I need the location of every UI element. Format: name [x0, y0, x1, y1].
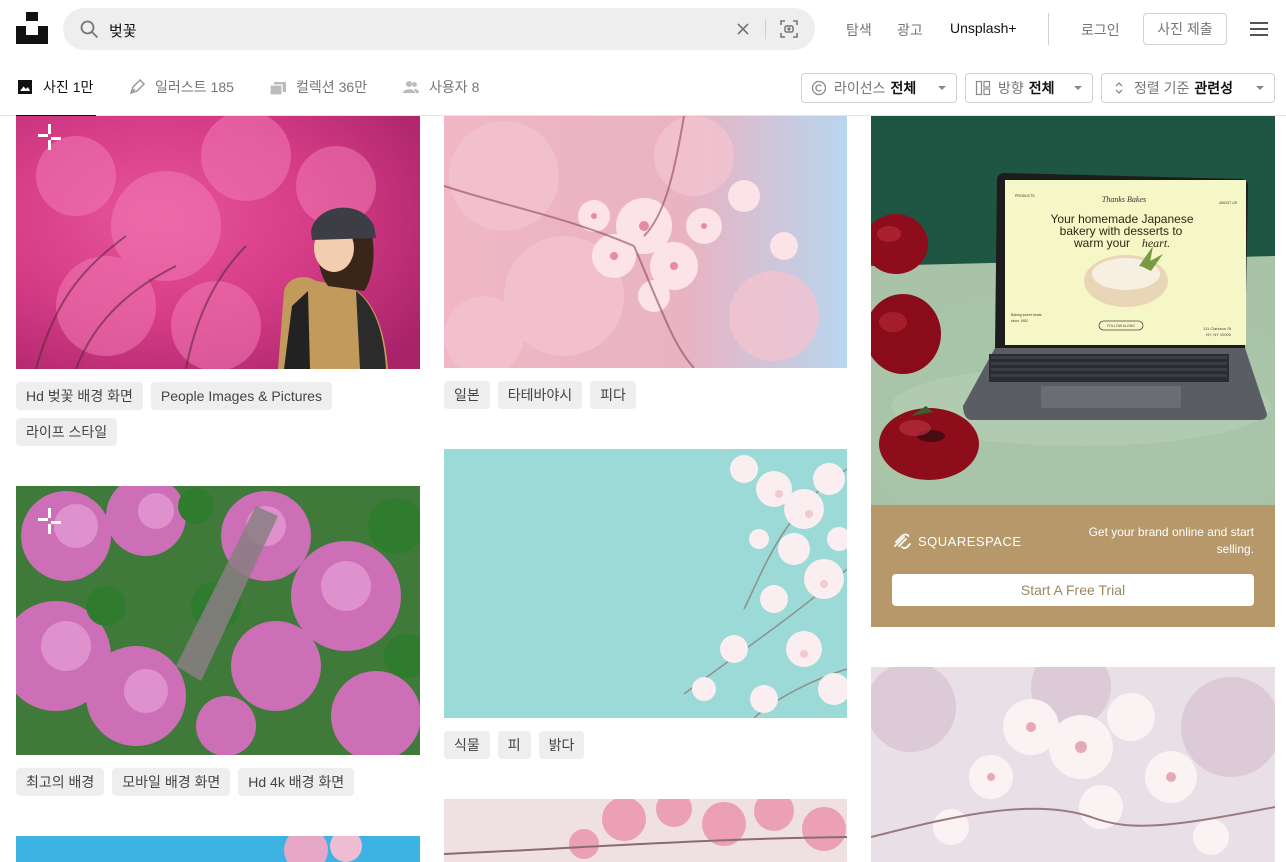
ad-screen-note-2: since 1982 — [1011, 319, 1028, 323]
chevron-down-icon — [1256, 86, 1264, 90]
tag-chip[interactable]: Hd 4k 배경 화면 — [238, 768, 355, 796]
ad-screen-button: FOLLOW ALONG — [1107, 324, 1135, 328]
tag-chip[interactable]: 일본 — [444, 381, 490, 409]
orientation-filter[interactable]: 방향 전체 — [965, 73, 1093, 103]
ad-screen-address-1: 111 Clarkson St — [1203, 326, 1232, 331]
sort-icon — [1115, 82, 1123, 94]
filter-value: 관련성 — [1194, 80, 1234, 96]
copyright-icon — [811, 80, 827, 96]
tab-count: 185 — [210, 79, 234, 95]
search-input[interactable]: 벚꽃 — [109, 20, 137, 41]
clear-search-icon[interactable] — [734, 20, 752, 38]
collections-icon — [269, 82, 286, 96]
photo-soft-pink-blossom[interactable] — [871, 667, 1275, 862]
filter-label: 방향 — [998, 80, 1024, 96]
filter-label: 정렬 기준 — [1134, 80, 1190, 96]
tab-count: 8 — [471, 79, 480, 95]
filter-label: 라이선스 — [834, 80, 886, 96]
ad-screen-address-2: NY, NY 10000 — [1206, 332, 1232, 337]
tab-label: 일러스트 — [155, 79, 207, 95]
tab-count: 1만 — [72, 79, 94, 95]
photo-tags: 최고의 배경 모바일 배경 화면 Hd 4k 배경 화면 — [16, 768, 420, 796]
photo-image — [444, 799, 847, 862]
sort-filter[interactable]: 정렬 기준 관련성 — [1101, 73, 1275, 103]
ad-footer: SQUARESPACE Get your brand online and st… — [871, 505, 1275, 627]
ad-screen-logo: Thanks Bakes — [1102, 195, 1146, 204]
photo-image — [16, 486, 420, 755]
squarespace-logo-icon — [894, 533, 911, 549]
tab-photos[interactable]: 사진 1만 — [16, 58, 96, 117]
search-icon[interactable] — [79, 19, 99, 39]
photo-mint-sky-blossom[interactable] — [444, 449, 847, 718]
start-free-trial-button[interactable]: Start A Free Trial — [892, 574, 1254, 606]
tag-chip[interactable]: 최고의 배경 — [16, 768, 105, 796]
ad-brand-name: SQUARESPACE — [918, 533, 1022, 549]
tab-illustrations[interactable]: 일러스트 185 — [128, 58, 234, 116]
tab-label: 사용자 — [429, 79, 468, 95]
ad-screen-headline-3: warm your — [1073, 236, 1130, 250]
tag-chip[interactable]: 라이프 스타일 — [16, 418, 118, 446]
ad-laptop-illustration: PRODUCTS ABOUT US Thanks Bakes Your home… — [871, 116, 1275, 505]
image-icon — [18, 80, 32, 94]
tag-chip[interactable]: 피다 — [590, 381, 636, 409]
photo-aerial-blossom-forest[interactable] — [16, 486, 420, 755]
tab-count: 36만 — [338, 79, 368, 95]
ad-screen-note-1: Baking sweet treats — [1011, 313, 1042, 317]
top-navbar: 벚꽃 탐색 광고 Unsplash+ 로그인 사진 제출 — [0, 0, 1286, 58]
header-divider — [1048, 13, 1049, 45]
filter-value: 전체 — [890, 80, 917, 96]
photo-blue-sky-blossom[interactable] — [16, 836, 420, 862]
pen-icon — [129, 78, 146, 95]
chevron-down-icon — [1074, 86, 1082, 90]
photo-cherry-blossom-closeup[interactable] — [444, 116, 847, 368]
photo-image — [444, 116, 847, 368]
ad-copy: Get your brand online and start selling. — [1088, 525, 1254, 556]
tag-chip[interactable]: People Images & Pictures — [150, 382, 332, 410]
tag-chip[interactable]: 밝다 — [538, 731, 585, 759]
nav-explore[interactable]: 탐색 — [846, 20, 872, 40]
login-link[interactable]: 로그인 — [1081, 20, 1120, 40]
search-bar[interactable]: 벚꽃 — [63, 8, 815, 50]
photo-tags: Hd 벚꽃 배경 화면 People Images & Pictures 라이프… — [16, 382, 420, 446]
unsplash-logo-icon[interactable] — [16, 12, 48, 44]
photo-image — [871, 667, 1275, 862]
filter-value: 전체 — [1028, 80, 1055, 96]
tab-label: 사진 — [43, 79, 69, 95]
tab-label: 컬렉션 — [296, 79, 335, 95]
nav-unsplash-plus[interactable]: Unsplash+ — [950, 20, 1017, 36]
ad-screen-nav-right: ABOUT US — [1219, 201, 1237, 205]
ad-screen-nav-left: PRODUCTS — [1015, 194, 1035, 198]
visual-search-icon[interactable] — [779, 19, 799, 39]
photo-image — [444, 449, 847, 718]
photo-tags: 식물 피 밝다 — [444, 731, 847, 759]
ad-screen-headline-em: heart. — [1142, 236, 1170, 250]
photo-image — [16, 836, 420, 862]
tag-chip[interactable]: 피 — [497, 731, 531, 759]
ad-brand: SQUARESPACE — [892, 533, 1022, 549]
tag-chip[interactable]: 타테바야시 — [497, 381, 583, 409]
users-icon — [403, 81, 419, 93]
sponsored-ad[interactable]: PRODUCTS ABOUT US Thanks Bakes Your home… — [871, 116, 1275, 627]
ad-image: PRODUCTS ABOUT US Thanks Bakes Your home… — [871, 116, 1275, 505]
tag-chip[interactable]: 식물 — [444, 731, 490, 759]
tab-users[interactable]: 사용자 8 — [402, 58, 479, 116]
submit-photo-button[interactable]: 사진 제출 — [1143, 13, 1227, 45]
tab-collections[interactable]: 컬렉션 36만 — [269, 58, 367, 116]
photo-woman-cherry-blossom[interactable] — [16, 116, 420, 369]
orientation-icon — [975, 80, 991, 96]
license-filter[interactable]: 라이선스 전체 — [801, 73, 957, 103]
photo-image — [16, 116, 420, 369]
search-tabs-bar: 사진 1만 일러스트 185 컬렉션 36만 사용자 8 라이선스 전체 방향 … — [0, 58, 1286, 117]
photo-tags: 일본 타테바야시 피다 — [444, 381, 847, 409]
tag-chip[interactable]: Hd 벚꽃 배경 화면 — [16, 382, 143, 410]
hamburger-menu-icon[interactable] — [1249, 19, 1269, 39]
tag-chip[interactable]: 모바일 배경 화면 — [112, 768, 231, 796]
search-divider — [765, 19, 766, 39]
chevron-down-icon — [938, 86, 946, 90]
photo-pink-blossom-branch[interactable] — [444, 799, 847, 862]
nav-advertise[interactable]: 광고 — [897, 20, 923, 40]
